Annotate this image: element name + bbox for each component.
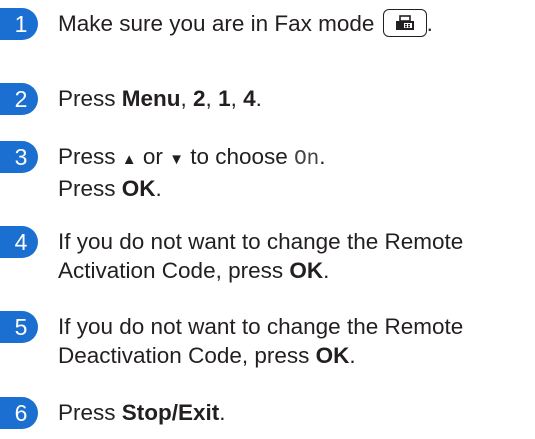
step-text-part: . xyxy=(255,86,262,111)
up-arrow-icon: ▲ xyxy=(121,151,137,168)
step-line: If you do not want to change the Remote xyxy=(58,229,464,254)
step-text-part: , xyxy=(180,86,194,111)
step-text-part: , xyxy=(205,86,219,111)
stop-exit-key: Stop/Exit xyxy=(121,400,220,425)
step-text-part: Deactivation Code, press xyxy=(58,343,316,368)
down-arrow-icon: ▼ xyxy=(169,151,184,168)
step-number: 5 xyxy=(0,311,38,343)
step-text: Make sure you are in Fax mode . xyxy=(58,9,433,39)
step-text-part: . xyxy=(155,176,162,201)
step-number: 6 xyxy=(0,397,38,429)
step-text-part: . xyxy=(349,343,356,368)
step-number: 3 xyxy=(0,141,38,173)
setting-value: On xyxy=(294,148,320,171)
step-text-part: to choose xyxy=(184,144,295,169)
step-text-part: Make sure you are in Fax mode xyxy=(58,11,375,36)
ok-key: OK xyxy=(121,176,156,201)
step-line: Activation Code, press OK. xyxy=(58,256,463,285)
step-text-part: Press xyxy=(58,176,122,201)
step-text: Press Stop/Exit. xyxy=(58,398,226,427)
step-number: 1 xyxy=(0,8,38,40)
step-text-part: Press xyxy=(58,144,122,169)
step-text-part: . xyxy=(426,11,433,36)
step-number: 2 xyxy=(0,83,38,115)
ok-key: OK xyxy=(315,343,350,368)
step-text-part: . xyxy=(319,144,326,169)
step-text-part: Press xyxy=(58,400,122,425)
step-text-part: or xyxy=(136,144,170,169)
step-text: Press ▲ or ▼ to choose On. Press OK. xyxy=(58,142,326,203)
step-line: Press OK. xyxy=(58,174,326,203)
step-text-part: , xyxy=(230,86,244,111)
step-text-part: . xyxy=(323,258,330,283)
fax-mode-icon xyxy=(382,9,427,38)
step-number: 4 xyxy=(0,226,38,258)
step-line: Deactivation Code, press OK. xyxy=(58,341,463,370)
key-1: 1 xyxy=(218,86,231,111)
menu-key: Menu xyxy=(121,86,181,111)
step-text-part: . xyxy=(219,400,226,425)
step-line: If you do not want to change the Remote xyxy=(58,314,464,339)
step-text: Press Menu, 2, 1, 4. xyxy=(58,84,262,113)
key-4: 4 xyxy=(243,86,256,111)
key-2: 2 xyxy=(193,86,206,111)
ok-key: OK xyxy=(289,258,324,283)
step-text: If you do not want to change the Remote … xyxy=(58,312,463,370)
step-line: Press ▲ or ▼ to choose On. xyxy=(58,142,326,174)
step-text-part: Activation Code, press xyxy=(58,258,290,283)
step-text-part: Press xyxy=(58,86,122,111)
step-text: If you do not want to change the Remote … xyxy=(58,227,463,285)
